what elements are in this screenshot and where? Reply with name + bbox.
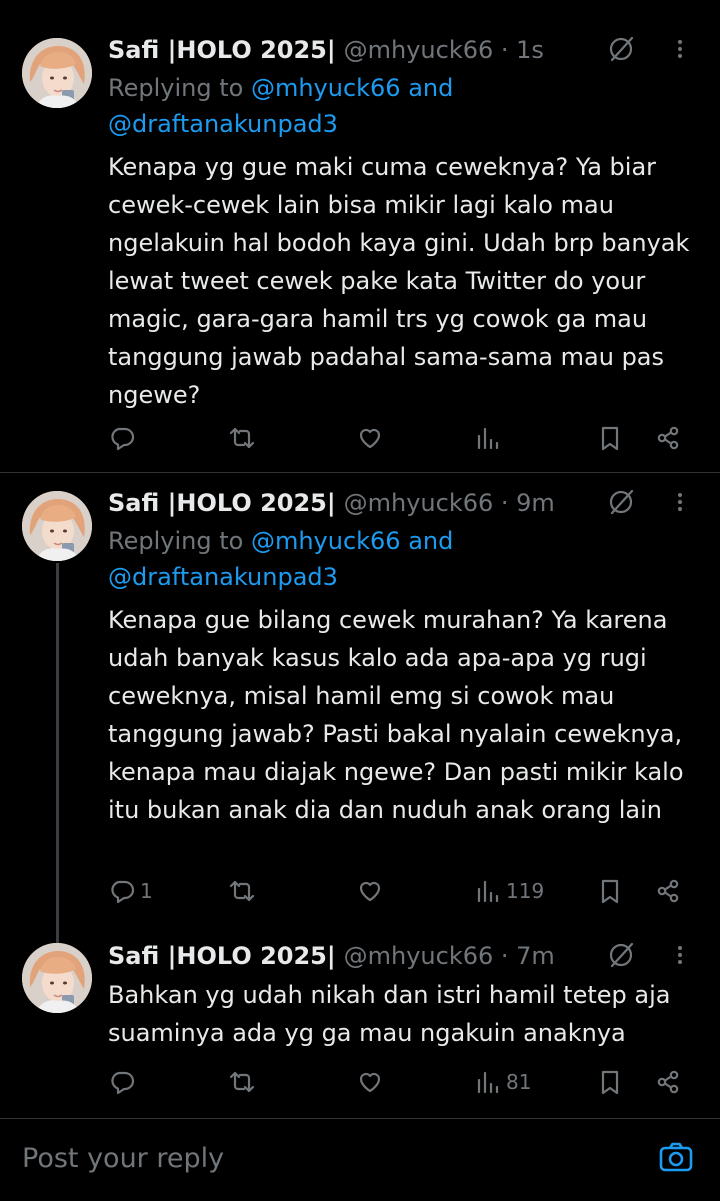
camera-icon[interactable] [658, 1139, 694, 1175]
avatar[interactable] [22, 491, 92, 561]
reply-button[interactable] [108, 1062, 140, 1102]
reply-icon [111, 427, 135, 451]
tweet-header: Safi |HOLO 2025| @mhyuck66 · 1s [108, 32, 690, 68]
share-icon [657, 1070, 679, 1094]
repost-button[interactable] [228, 418, 256, 458]
display-name[interactable]: Safi |HOLO 2025| [108, 942, 336, 970]
repost-icon [229, 1071, 255, 1093]
replying-to: Replying to @mhyuck66 and @draftanakunpa… [108, 70, 688, 142]
thread-line [56, 563, 59, 943]
views-icon [477, 880, 499, 903]
handle-time[interactable]: @mhyuck66 · 1s [344, 36, 544, 64]
repost-icon [229, 880, 255, 902]
tweet-text: Bahkan yg udah nikah dan istri hamil tet… [108, 981, 671, 1047]
reply-icon [111, 880, 135, 904]
reply-input[interactable]: Post your reply [22, 1143, 224, 1174]
bookmark-button[interactable] [596, 418, 624, 458]
view-count: 119 [506, 879, 545, 903]
grok-icon[interactable] [604, 938, 638, 972]
like-button[interactable] [356, 418, 384, 458]
tweet-header: Safi |HOLO 2025| @mhyuck66 · 9m [108, 485, 690, 521]
bookmark-icon [601, 879, 619, 904]
repost-button[interactable] [228, 871, 256, 911]
like-button[interactable] [356, 871, 384, 911]
view-count: 81 [506, 1070, 532, 1094]
views-button[interactable] [474, 418, 506, 458]
avatar[interactable] [22, 38, 92, 108]
tweet-3[interactable]: Safi |HOLO 2025| @mhyuck66 · 7m Bahkan y… [0, 930, 720, 1110]
share-button[interactable] [654, 418, 682, 458]
bookmark-icon [601, 426, 619, 451]
views-button[interactable]: 81 [474, 1062, 531, 1102]
like-icon [359, 1072, 381, 1093]
grok-icon[interactable] [604, 32, 638, 66]
repost-button[interactable] [228, 1062, 256, 1102]
tweet-header: Safi |HOLO 2025| @mhyuck66 · 7m [108, 938, 690, 974]
like-button[interactable] [356, 1062, 384, 1102]
tweet-2[interactable]: Safi |HOLO 2025| @mhyuck66 · 9m Replying… [0, 473, 720, 943]
share-button[interactable] [654, 1062, 682, 1102]
views-icon [477, 427, 499, 450]
replying-prefix: Replying to [108, 527, 251, 555]
action-bar [108, 418, 708, 458]
bookmark-button[interactable] [596, 1062, 624, 1102]
bookmark-button[interactable] [596, 871, 624, 911]
tweet-1[interactable]: Safi |HOLO 2025| @mhyuck66 · 1s Replying… [0, 0, 720, 472]
reply-button[interactable] [108, 418, 140, 458]
repost-icon [229, 427, 255, 449]
like-icon [359, 881, 381, 902]
reply-count: 1 [140, 879, 153, 903]
views-icon [477, 1071, 499, 1094]
action-bar: 81 [108, 1062, 708, 1102]
tweet-text: Kenapa yg gue maki cuma ceweknya? Ya bia… [108, 153, 690, 409]
more-icon[interactable] [670, 32, 690, 66]
action-bar: 1 119 [108, 871, 708, 911]
bookmark-icon [601, 1070, 619, 1095]
avatar[interactable] [22, 943, 92, 1013]
reply-composer[interactable]: Post your reply [0, 1118, 720, 1201]
tweet-text: Kenapa gue bilang cewek murahan? Ya kare… [108, 606, 684, 824]
share-icon [657, 426, 679, 450]
like-icon [359, 428, 381, 449]
replying-to: Replying to @mhyuck66 and @draftanakunpa… [108, 523, 688, 595]
more-icon[interactable] [670, 938, 690, 972]
reply-icon [111, 1071, 135, 1095]
replying-prefix: Replying to [108, 74, 251, 102]
grok-icon[interactable] [604, 485, 638, 519]
more-icon[interactable] [670, 485, 690, 519]
display-name[interactable]: Safi |HOLO 2025| [108, 36, 336, 64]
handle-time[interactable]: @mhyuck66 · 7m [344, 942, 555, 970]
share-icon [657, 879, 679, 903]
reply-button[interactable]: 1 [108, 871, 153, 911]
share-button[interactable] [654, 871, 682, 911]
handle-time[interactable]: @mhyuck66 · 9m [344, 489, 555, 517]
display-name[interactable]: Safi |HOLO 2025| [108, 489, 336, 517]
views-button[interactable]: 119 [474, 871, 544, 911]
